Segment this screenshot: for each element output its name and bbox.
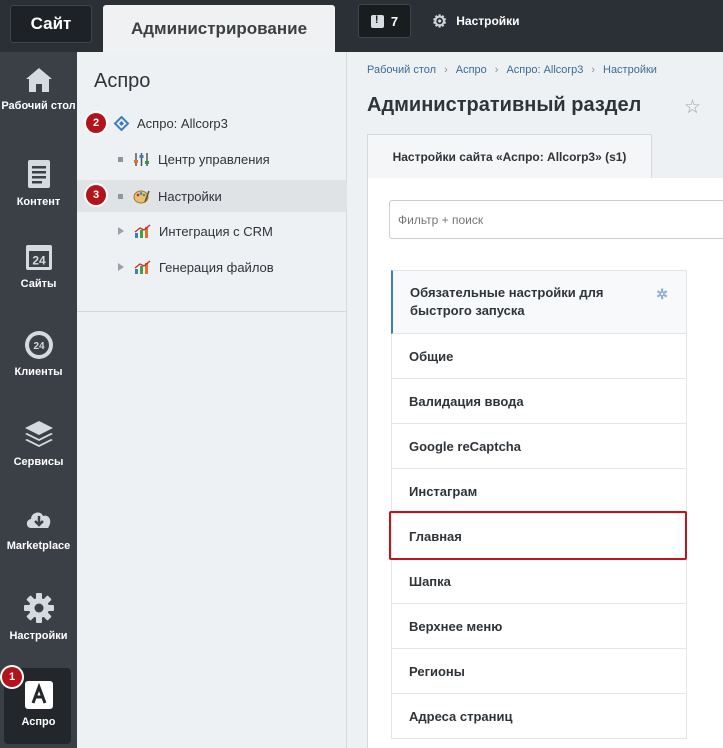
rail-label: Сервисы <box>13 456 64 468</box>
section-label: Шапка <box>409 573 451 589</box>
palette-icon <box>133 190 150 203</box>
section-label: Валидация ввода <box>409 393 524 409</box>
gear-icon <box>23 593 54 623</box>
main-content: Рабочий стол › Аспро › Аспро: Allcorp3 ›… <box>347 52 723 748</box>
page-title: Административный раздел <box>367 94 642 116</box>
rail-item-services[interactable]: Сервисы <box>0 418 77 469</box>
tab-site[interactable]: Сайт <box>10 5 92 43</box>
aspro-diamond-icon <box>113 115 130 131</box>
rail-label: Сайты <box>20 278 57 290</box>
section-label: Регионы <box>409 663 465 679</box>
rail-item-settings[interactable]: Настройки <box>0 592 77 643</box>
bullet-icon <box>118 193 123 199</box>
filter-search-input[interactable] <box>389 200 723 239</box>
breadcrumb-separator-icon: › <box>494 64 499 76</box>
breadcrumb-separator-icon: › <box>444 64 448 76</box>
rail-item-sites[interactable]: 24 Сайты <box>0 242 77 291</box>
section-item-input-validation[interactable]: Валидация ввода <box>391 379 687 424</box>
document-icon <box>27 160 50 188</box>
bullet-icon <box>118 156 123 162</box>
cloud-download-icon <box>26 512 50 528</box>
notifications-button[interactable]: 7 <box>358 4 411 38</box>
layers-icon <box>24 421 53 447</box>
notifications-count: 7 <box>390 13 399 29</box>
section-item-top-menu[interactable]: Верхнее меню <box>391 604 687 649</box>
calendar-24-icon: 24 <box>25 245 52 270</box>
menu-item-file-generation[interactable]: Генерация файлов <box>77 251 347 283</box>
rail-label: Контент <box>16 196 61 208</box>
chart-icon <box>134 224 151 238</box>
section-item-main[interactable]: Главная <box>391 514 687 559</box>
menu-item-label: Аспро: Allcorp3 <box>137 115 228 131</box>
menu-item-aspro-allcorp3[interactable]: Аспро: Allcorp3 <box>77 107 347 139</box>
step-badge: 1 <box>2 667 22 687</box>
expand-arrow-icon[interactable] <box>118 227 124 235</box>
menu-item-label: Интеграция с CRM <box>159 223 273 239</box>
rail-label: Marketplace <box>6 540 71 552</box>
aspro-logo-icon <box>24 681 53 709</box>
settings-link[interactable]: ⚙ Настройки <box>432 10 520 32</box>
settings-panel: Обязательные настройки для быстрого запу… <box>367 178 723 748</box>
home-icon <box>25 68 52 92</box>
tab-administration[interactable]: Администрирование <box>103 5 335 52</box>
top-bar: Сайт Администрирование 7 ⚙ Настройки <box>0 0 723 52</box>
rail-item-marketplace[interactable]: Marketplace <box>0 506 77 553</box>
menu-item-label: Настройки <box>158 188 222 204</box>
pin-star-icon[interactable]: ✲ <box>656 285 668 303</box>
sliders-icon <box>134 152 149 166</box>
tab-site-settings[interactable]: Настройки сайта «Аспро: Allcorp3» (s1) <box>367 134 652 179</box>
rail-item-content[interactable]: Контент <box>0 158 77 209</box>
section-label: Общие <box>409 348 454 364</box>
rail-label: Рабочий стол <box>1 100 76 112</box>
menu-item-label: Генерация файлов <box>159 259 274 275</box>
section-item-page-addresses[interactable]: Адреса страниц <box>391 694 687 739</box>
gear-icon: ⚙ <box>432 11 448 31</box>
breadcrumb-separator-icon: › <box>591 64 595 76</box>
section-item-header[interactable]: Шапка <box>391 559 687 604</box>
section-label: Адреса страниц <box>409 708 513 724</box>
section-item-general[interactable]: Общие <box>391 334 687 379</box>
chart-icon <box>134 260 151 274</box>
svg-text:24: 24 <box>32 254 46 268</box>
breadcrumb-item[interactable]: Аспро <box>456 64 487 76</box>
svg-text:24: 24 <box>33 341 45 352</box>
breadcrumb-item[interactable]: Рабочий стол <box>367 64 436 76</box>
favorite-star-icon[interactable]: ☆ <box>684 96 701 119</box>
notification-icon <box>370 14 384 28</box>
section-label: Обязательные настройки для быстрого запу… <box>410 285 604 318</box>
section-menu: Аспро Аспро: Allcorp3 Центр управления Н… <box>77 52 347 748</box>
step-badge: 2 <box>86 113 106 133</box>
rail-item-aspro[interactable]: Аспро <box>0 680 77 729</box>
expand-arrow-icon[interactable] <box>118 263 124 271</box>
section-label: Инстаграм <box>409 483 478 499</box>
rail-item-clients[interactable]: 24 Клиенты <box>0 330 77 379</box>
settings-label: Настройки <box>456 14 520 28</box>
menu-item-settings[interactable]: Настройки <box>77 180 347 212</box>
breadcrumb-item[interactable]: Настройки <box>603 64 657 76</box>
rail-label: Настройки <box>9 630 68 642</box>
breadcrumb: Рабочий стол › Аспро › Аспро: Allcorp3 ›… <box>367 64 657 76</box>
menu-item-label: Центр управления <box>158 151 270 167</box>
rail-label: Аспро <box>21 716 56 728</box>
section-label: Главная <box>409 528 462 544</box>
section-item-recaptcha[interactable]: Google reCaptcha <box>391 424 687 469</box>
section-label: Верхнее меню <box>409 618 503 634</box>
section-item-required[interactable]: Обязательные настройки для быстрого запу… <box>391 270 687 334</box>
rail-label: Клиенты <box>14 366 63 378</box>
menu-divider <box>77 311 347 312</box>
section-item-instagram[interactable]: Инстаграм <box>391 469 687 514</box>
rail-item-desktop[interactable]: Рабочий стол <box>0 66 77 113</box>
left-rail: Рабочий стол Контент 24 Сайты 24 Клиенты <box>0 52 77 748</box>
section-item-regions[interactable]: Регионы <box>391 649 687 694</box>
step-badge: 3 <box>86 185 106 205</box>
menu-title: Аспро <box>94 70 151 92</box>
clients-24-icon: 24 <box>24 331 53 359</box>
settings-section-list: Обязательные настройки для быстрого запу… <box>391 270 687 739</box>
menu-item-control-center[interactable]: Центр управления <box>77 143 347 175</box>
breadcrumb-item[interactable]: Аспро: Allcorp3 <box>506 64 583 76</box>
section-label: Google reCaptcha <box>409 438 521 454</box>
menu-item-crm-integration[interactable]: Интеграция с CRM <box>77 215 347 247</box>
